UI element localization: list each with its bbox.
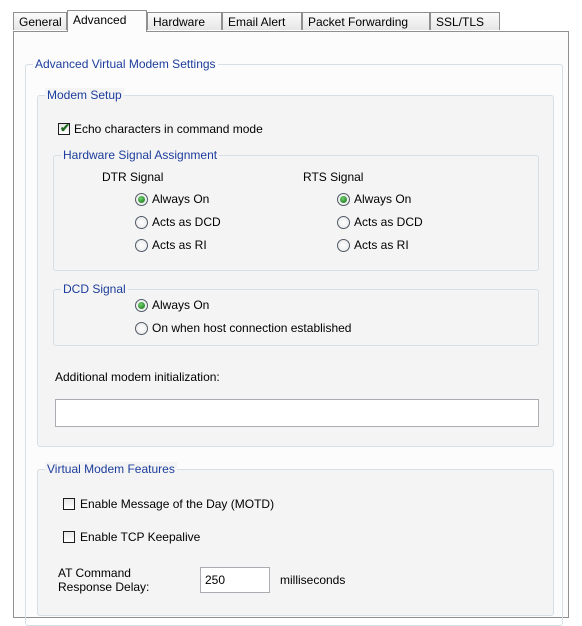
- echo-label: Echo characters in command mode: [74, 122, 263, 136]
- dcd-signal-group: DCD Signal Always On On when host connec…: [53, 282, 539, 346]
- group-title: DCD Signal: [61, 282, 128, 297]
- rts-signal-title: RTS Signal: [303, 170, 364, 184]
- dtr-option-label: Always On: [152, 192, 210, 206]
- tab-label: Packet Forwarding: [308, 15, 409, 29]
- dtr-acts-as-dcd-radio[interactable]: [135, 216, 148, 229]
- rts-always-on-radio[interactable]: [337, 193, 350, 206]
- dcd-always-on-radio[interactable]: [135, 299, 148, 312]
- rts-option-label: Always On: [354, 192, 412, 206]
- keepalive-label: Enable TCP Keepalive: [80, 530, 201, 544]
- tab-hardware[interactable]: Hardware: [147, 12, 222, 30]
- motd-checkbox[interactable]: [63, 498, 75, 510]
- tab-label: General: [19, 15, 62, 29]
- radio-selected-dot: [340, 196, 347, 203]
- dcd-option-label: Always On: [152, 298, 210, 312]
- response-delay-input[interactable]: [200, 567, 270, 593]
- virtual-modem-features-group: Virtual Modem Features Enable Message of…: [37, 462, 554, 616]
- init-label: Additional modem initialization:: [55, 370, 220, 384]
- delay-label-line2: Response Delay:: [58, 580, 150, 594]
- hardware-signal-group: Hardware Signal Assignment DTR Signal Al…: [53, 148, 539, 271]
- tab-label: Advanced: [73, 13, 127, 27]
- tab-label: Email Alert: [228, 15, 286, 29]
- tab-general[interactable]: General: [13, 12, 67, 30]
- rts-option-label: Acts as RI: [354, 238, 409, 252]
- group-title: Hardware Signal Assignment: [61, 148, 220, 163]
- modem-setup-group: Modem Setup ✔ Echo characters in command…: [37, 88, 554, 447]
- echo-checkbox[interactable]: ✔: [58, 121, 71, 135]
- rts-option-label: Acts as DCD: [354, 215, 423, 229]
- tab-panel-advanced: Advanced Virtual Modem Settings Modem Se…: [13, 31, 569, 626]
- dtr-acts-as-ri-radio[interactable]: [135, 239, 148, 252]
- dcd-option-label: On when host connection established: [152, 321, 352, 335]
- rts-acts-as-dcd-radio[interactable]: [337, 216, 350, 229]
- group-title: Virtual Modem Features: [45, 462, 177, 477]
- dtr-option-label: Acts as DCD: [152, 215, 221, 229]
- dcd-on-host-connection-radio[interactable]: [135, 322, 148, 335]
- dtr-option-label: Acts as RI: [152, 238, 207, 252]
- tcp-keepalive-checkbox[interactable]: [63, 531, 75, 543]
- checkmark-icon: ✔: [60, 121, 71, 135]
- tab-label: Hardware: [153, 15, 206, 29]
- group-title: Modem Setup: [45, 88, 124, 103]
- group-title: Advanced Virtual Modem Settings: [33, 57, 218, 72]
- dtr-signal-title: DTR Signal: [102, 170, 164, 184]
- tab-advanced[interactable]: Advanced: [67, 10, 147, 32]
- dtr-always-on-radio[interactable]: [135, 193, 148, 206]
- motd-label: Enable Message of the Day (MOTD): [80, 497, 275, 511]
- radio-selected-dot: [138, 196, 145, 203]
- tab-email-alert[interactable]: Email Alert: [222, 12, 302, 30]
- rts-acts-as-ri-radio[interactable]: [337, 239, 350, 252]
- tab-label: SSL/TLS: [436, 15, 485, 29]
- tab-packet-forwarding[interactable]: Packet Forwarding: [302, 12, 430, 30]
- delay-unit-label: milliseconds: [280, 573, 346, 587]
- tab-ssl-tls[interactable]: SSL/TLS: [430, 12, 500, 30]
- tab-bar: General Advanced Hardware Email Alert Pa…: [0, 10, 582, 32]
- modem-init-input[interactable]: [55, 399, 539, 427]
- radio-selected-dot: [138, 302, 145, 309]
